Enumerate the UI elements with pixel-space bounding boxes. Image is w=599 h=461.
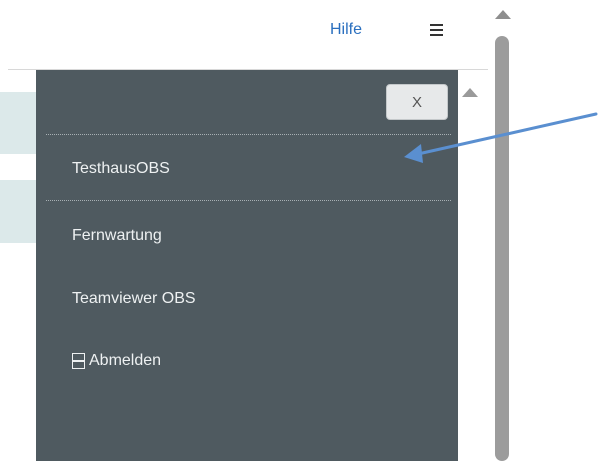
menu-item-teamviewer-obs[interactable]: Teamviewer OBS xyxy=(72,290,196,308)
close-menu-button[interactable]: X xyxy=(386,84,448,120)
logout-icon xyxy=(72,353,85,369)
background-row xyxy=(0,180,40,243)
side-menu-panel: X TesthausOBS Fernwartung Teamviewer OBS… xyxy=(36,70,458,461)
top-bar: Hilfe xyxy=(0,0,488,70)
menu-separator xyxy=(46,200,451,201)
help-link[interactable]: Hilfe xyxy=(330,21,362,39)
menu-item-label: TesthausOBS xyxy=(72,160,170,177)
page-scrollbar-thumb[interactable] xyxy=(495,36,509,461)
menu-item-label: Abmelden xyxy=(89,352,162,369)
menu-item-fernwartung[interactable]: Fernwartung xyxy=(72,227,162,245)
hamburger-icon[interactable] xyxy=(430,22,444,36)
menu-item-label: Fernwartung xyxy=(72,227,162,244)
menu-separator xyxy=(46,134,451,135)
menu-item-logout[interactable]: Abmelden xyxy=(72,352,161,370)
menu-item-label: Teamviewer OBS xyxy=(72,290,196,307)
menu-item-testhausobs[interactable]: TesthausOBS xyxy=(72,160,170,178)
scroll-up-icon[interactable] xyxy=(495,10,511,19)
menu-scroll-up-icon[interactable] xyxy=(462,88,478,97)
background-row xyxy=(0,92,40,154)
